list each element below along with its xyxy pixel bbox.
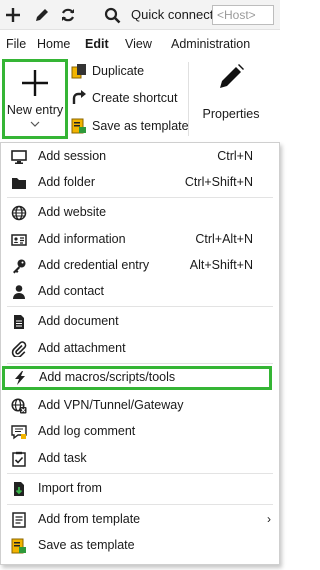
new-entry-dropdown: Add session Ctrl+N Add folder Ctrl+Shift… xyxy=(0,142,280,565)
menu-item-label: Add VPN/Tunnel/Gateway xyxy=(38,398,184,412)
refresh-icon[interactable] xyxy=(57,4,79,26)
menu-separator xyxy=(7,473,273,474)
new-entry-button[interactable]: New entry xyxy=(2,59,68,139)
import-icon xyxy=(10,480,28,498)
shortcut-label: Alt+Shift+N xyxy=(189,258,253,272)
menu-item-add-attachment[interactable]: Add attachment xyxy=(3,337,275,361)
search-icon[interactable] xyxy=(101,4,123,26)
menu-separator xyxy=(7,197,273,198)
new-entry-label: New entry xyxy=(6,103,64,117)
menu-item-add-log-comment[interactable]: Add log comment xyxy=(3,420,275,444)
menu-item-label: Add log comment xyxy=(38,424,136,438)
id-card-icon xyxy=(10,231,28,249)
tab-file[interactable]: File xyxy=(6,37,26,51)
menu-item-add-website[interactable]: Add website xyxy=(3,201,275,225)
vpn-globe-icon xyxy=(10,397,28,415)
menu-item-add-task[interactable]: Add task xyxy=(3,447,275,471)
checkbox-icon xyxy=(10,450,28,468)
submenu-arrow-icon: › xyxy=(267,512,271,526)
paperclip-icon xyxy=(10,340,28,358)
tab-home[interactable]: Home xyxy=(37,37,70,51)
menu-item-label: Add credential entry xyxy=(38,258,150,272)
tab-view[interactable]: View xyxy=(125,37,152,51)
menu-item-add-vpn-tunnel-gateway[interactable]: Add VPN/Tunnel/Gateway xyxy=(3,394,275,418)
comment-icon xyxy=(10,423,28,441)
quick-access-toolbar: Quick connect <Host> xyxy=(0,0,280,30)
key-icon xyxy=(10,257,28,275)
menu-tabs: File Home Edit View Administration xyxy=(0,30,280,56)
create-shortcut-button[interactable]: Create shortcut xyxy=(70,87,177,109)
menu-item-label: Add website xyxy=(38,205,107,219)
plus-icon[interactable] xyxy=(2,4,24,26)
menu-separator xyxy=(7,363,273,364)
menu-item-add-session[interactable]: Add session Ctrl+N xyxy=(3,145,275,169)
globe-icon xyxy=(10,204,28,222)
menu-separator xyxy=(7,306,273,307)
properties-button[interactable]: Properties xyxy=(196,62,266,136)
menu-item-add-credential-entry[interactable]: Add credential entry Alt+Shift+N xyxy=(3,254,275,278)
properties-label: Properties xyxy=(202,107,260,121)
menu-item-label: Add session xyxy=(38,149,107,163)
menu-item-label: Add document xyxy=(38,314,119,328)
tab-administration[interactable]: Administration xyxy=(171,37,250,51)
duplicate-icon xyxy=(70,62,88,80)
document-icon xyxy=(10,313,28,331)
save-template-icon xyxy=(70,117,88,135)
menu-item-save-as-template[interactable]: Save as template xyxy=(3,534,275,558)
menu-item-label: Add attachment xyxy=(38,341,126,355)
shortcut-arrow-icon xyxy=(70,89,88,107)
chevron-down-icon xyxy=(30,117,40,131)
menu-item-label: Add macros/scripts/tools xyxy=(39,370,176,384)
shortcut-label: Ctrl+Alt+N xyxy=(195,232,253,246)
menu-item-add-information[interactable]: Add information Ctrl+Alt+N xyxy=(3,228,275,252)
menu-item-add-from-template[interactable]: Add from template › xyxy=(3,508,275,532)
menu-item-add-folder[interactable]: Add folder Ctrl+Shift+N xyxy=(3,171,275,195)
create-shortcut-label: Create shortcut xyxy=(92,91,178,105)
person-icon xyxy=(10,283,28,301)
tab-edit[interactable]: Edit xyxy=(85,37,109,51)
menu-item-import-from[interactable]: Import from xyxy=(3,477,275,501)
menu-item-label: Add contact xyxy=(38,284,105,298)
monitor-icon xyxy=(10,148,28,166)
menu-item-label: Add from template xyxy=(38,512,141,526)
duplicate-label: Duplicate xyxy=(92,64,145,78)
menu-item-label: Add task xyxy=(38,451,87,465)
ribbon-divider xyxy=(188,62,189,136)
host-input[interactable]: <Host> xyxy=(212,5,274,25)
save-template-icon xyxy=(10,537,28,555)
lightning-icon xyxy=(11,369,29,387)
folder-icon xyxy=(10,174,28,192)
menu-separator xyxy=(7,504,273,505)
ribbon: New entry Duplicate Create shortcut Save… xyxy=(0,56,280,142)
pencil-icon[interactable] xyxy=(31,4,53,26)
menu-item-add-contact[interactable]: Add contact xyxy=(3,280,275,304)
menu-item-label: Add information xyxy=(38,232,126,246)
menu-item-label: Import from xyxy=(38,481,102,495)
menu-item-add-macros-scripts-tools[interactable]: Add macros/scripts/tools xyxy=(2,366,272,390)
plus-icon xyxy=(20,68,50,101)
quick-connect-label: Quick connect xyxy=(131,7,214,22)
save-as-template-label: Save as template xyxy=(92,119,189,133)
menu-item-add-document[interactable]: Add document xyxy=(3,310,275,334)
template-icon xyxy=(10,511,28,529)
pencil-icon xyxy=(216,62,246,95)
menu-item-label: Add folder xyxy=(38,175,95,189)
duplicate-button[interactable]: Duplicate xyxy=(70,60,144,82)
shortcut-label: Ctrl+Shift+N xyxy=(184,175,253,189)
shortcut-label: Ctrl+N xyxy=(217,149,253,163)
menu-item-label: Save as template xyxy=(38,538,135,552)
save-as-template-button[interactable]: Save as template xyxy=(70,115,189,137)
